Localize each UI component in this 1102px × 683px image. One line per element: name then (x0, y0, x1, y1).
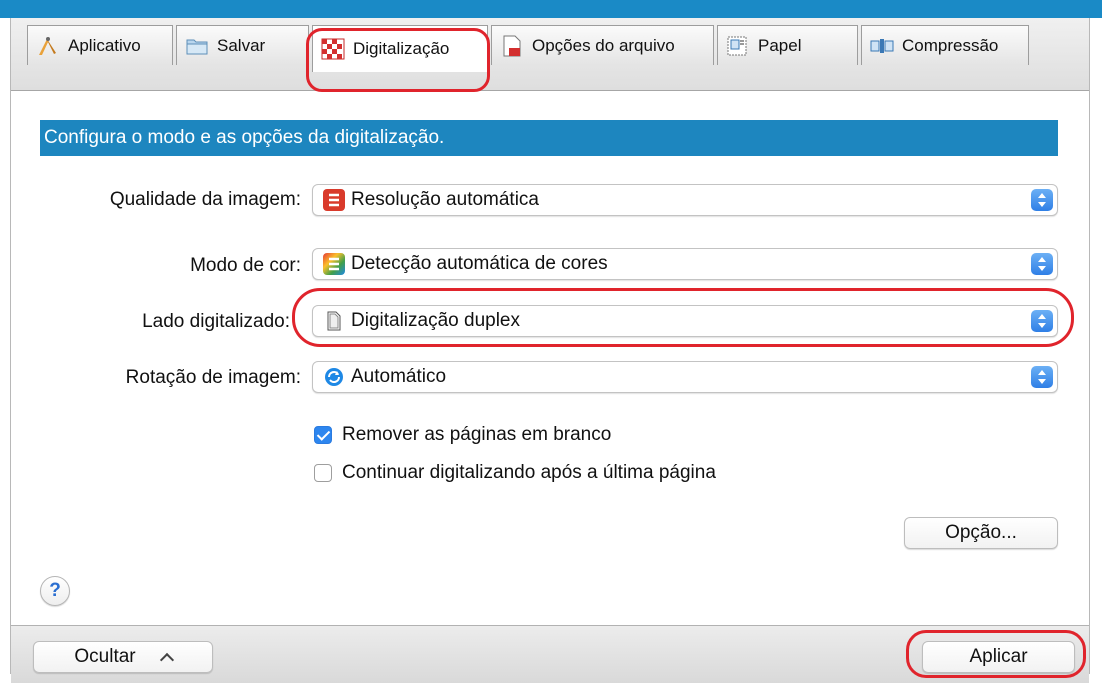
tab-label: Opções do arquivo (532, 35, 675, 55)
tab-label: Compressão (902, 35, 999, 55)
image-quality-select[interactable]: Resolução automática (312, 184, 1058, 216)
image-rotation-select[interactable]: Automático (312, 361, 1058, 393)
scanning-side-value: Digitalização duplex (351, 310, 520, 331)
hide-button-label: Ocultar (74, 646, 136, 667)
apply-button[interactable]: Aplicar (922, 641, 1075, 673)
select-arrows-icon (1031, 189, 1053, 211)
pen-compass-icon (36, 35, 60, 57)
continue-scanning-checkbox[interactable] (314, 464, 332, 482)
tab-aplicativo[interactable]: Aplicativo (27, 25, 173, 65)
rotation-icon (323, 366, 345, 388)
scanning-side-label: Lado digitalizado: (142, 311, 290, 332)
scanning-side-select[interactable]: Digitalização duplex (312, 305, 1058, 337)
image-rotation-label: Rotação de imagem: (125, 367, 301, 388)
continue-scanning-option[interactable]: Continuar digitalizando após a última pá… (314, 462, 716, 484)
remove-blank-pages-option[interactable]: Remover as páginas em branco (314, 424, 611, 446)
tab-compressao[interactable]: Compressão (861, 25, 1029, 65)
remove-blank-pages-label: Remover as páginas em branco (342, 424, 612, 445)
select-arrows-icon (1031, 366, 1053, 388)
top-background-strip (0, 0, 1102, 18)
tab-papel[interactable]: Papel (717, 25, 858, 65)
tab-digitalizacao[interactable]: Digitalização (312, 25, 488, 72)
color-mode-value: Detecção automática de cores (351, 253, 608, 274)
image-rotation-value: Automático (351, 366, 447, 387)
color-mode-select[interactable]: Detecção automática de cores (312, 248, 1058, 280)
folder-icon (185, 35, 209, 57)
hide-button[interactable]: Ocultar (33, 641, 213, 673)
scansnap-red-icon (323, 189, 345, 211)
help-button[interactable]: ? (40, 576, 70, 606)
image-quality-label: Qualidade da imagem: (109, 189, 301, 210)
select-arrows-icon (1031, 310, 1053, 332)
tab-label: Papel (758, 35, 802, 55)
remove-blank-pages-checkbox[interactable] (314, 426, 332, 444)
compression-icon (870, 35, 894, 57)
tab-label: Aplicativo (68, 35, 141, 55)
paper-size-icon (726, 35, 750, 57)
tab-salvar[interactable]: Salvar (176, 25, 309, 65)
checker-pattern-icon (321, 38, 345, 60)
color-mode-label: Modo de cor: (190, 255, 301, 276)
tab-label: Digitalização (353, 39, 450, 58)
document-pdf-icon (500, 35, 524, 57)
scansnap-color-icon (323, 253, 345, 275)
select-arrows-icon (1031, 253, 1053, 275)
option-button[interactable]: Opção... (904, 517, 1058, 549)
image-quality-value: Resolução automática (351, 189, 539, 210)
section-header: Configura o modo e as opções da digitali… (40, 120, 1058, 156)
tab-label: Salvar (217, 35, 266, 55)
chevron-up-icon (159, 652, 174, 668)
tab-opcoes-do-arquivo[interactable]: Opções do arquivo (491, 25, 714, 65)
continue-scanning-label: Continuar digitalizando após a última pá… (342, 462, 716, 483)
duplex-page-icon (323, 310, 345, 332)
